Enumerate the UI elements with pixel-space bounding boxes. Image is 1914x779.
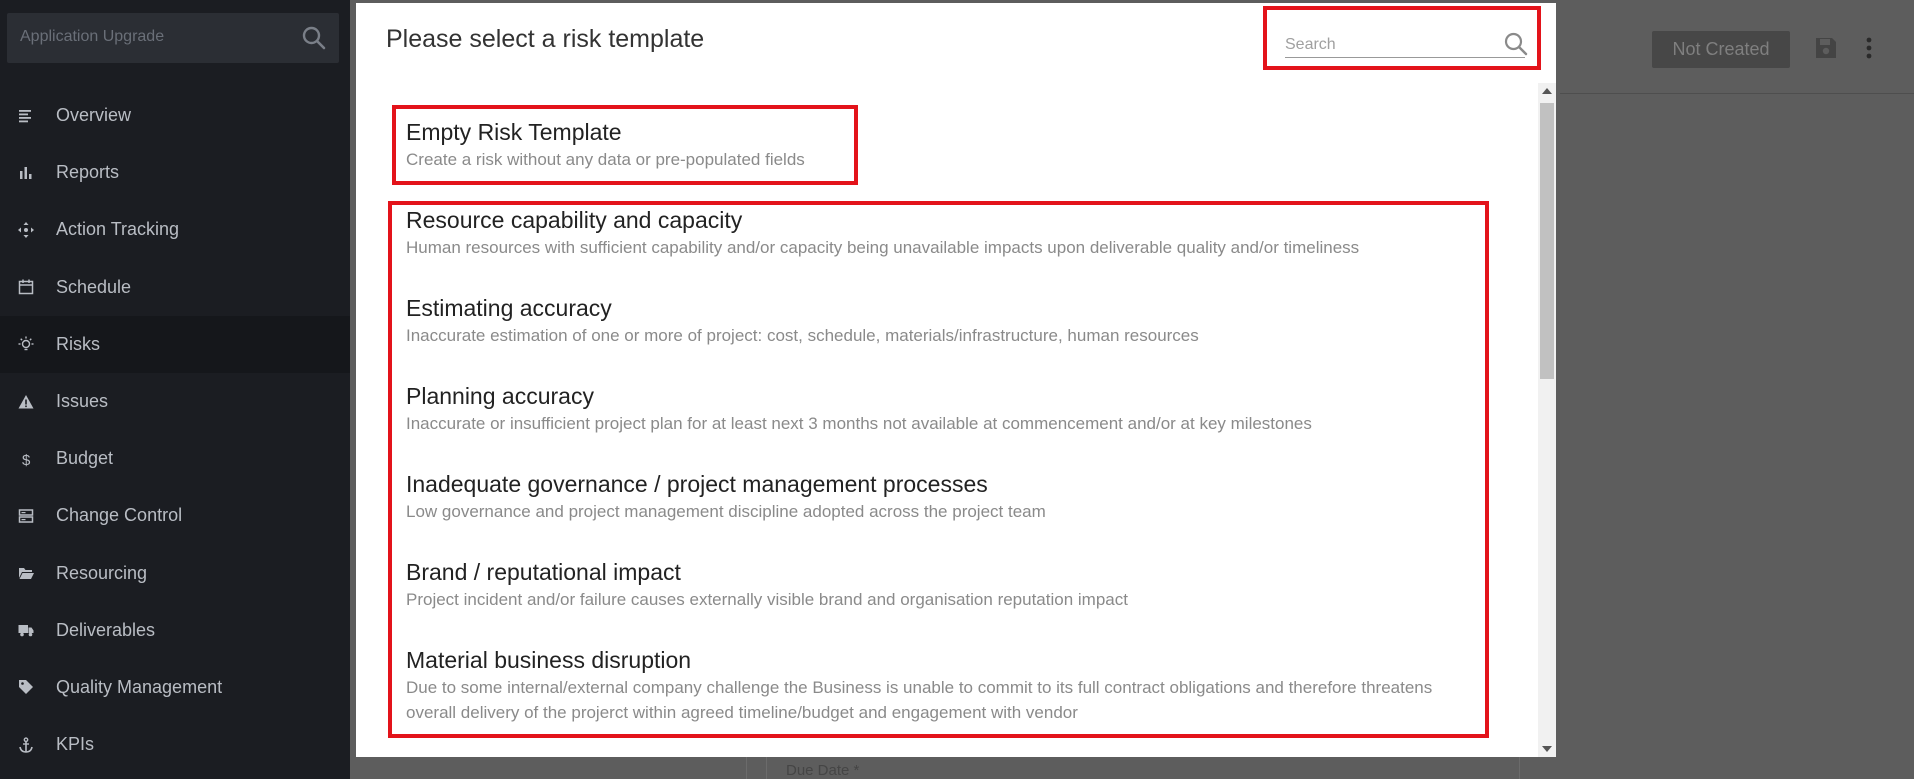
- template-item[interactable]: Inadequate governance / project manageme…: [406, 469, 1486, 524]
- sidebar-item-label: Change Control: [56, 505, 183, 526]
- scroll-up-arrow-icon[interactable]: [1542, 88, 1552, 94]
- template-title: Brand / reputational impact: [406, 559, 681, 585]
- sidebar-item-kpis[interactable]: KPIs: [0, 716, 350, 773]
- sidebar-nav: Overview Reports Action Tracking Schedul…: [0, 87, 350, 773]
- sidebar-item-quality-management[interactable]: Quality Management: [0, 659, 350, 716]
- sidebar-item-label: Issues: [56, 391, 109, 412]
- template-title: Planning accuracy: [406, 383, 594, 409]
- sidebar-item-label: Overview: [56, 105, 132, 126]
- tag-icon: [0, 679, 56, 695]
- template-description: Project incident and/or failure causes e…: [406, 590, 1128, 609]
- sidebar-item-budget[interactable]: $ Budget: [0, 430, 350, 487]
- template-description: Inaccurate estimation of one or more of …: [406, 326, 1199, 345]
- folder-open-icon: [0, 565, 56, 581]
- template-description: Low governance and project management di…: [406, 502, 1046, 521]
- risk-template-modal: Please select a risk template Empty Risk…: [356, 3, 1556, 757]
- anchor-icon: [0, 737, 56, 753]
- sidebar-item-overview[interactable]: Overview: [0, 87, 350, 144]
- sidebar: Application Upgrade Overview Reports Act…: [0, 0, 350, 779]
- template-description: Create a risk without any data or pre-po…: [406, 150, 805, 169]
- scrollbar-thumb[interactable]: [1540, 103, 1554, 379]
- search-icon[interactable]: [1503, 31, 1529, 57]
- header-divider: [1560, 93, 1914, 94]
- modal-title: Please select a risk template: [386, 25, 705, 53]
- search-icon[interactable]: [301, 25, 327, 51]
- move-arrows-icon: [0, 221, 56, 238]
- template-title: Inadequate governance / project manageme…: [406, 471, 988, 497]
- template-item[interactable]: Resource capability and capacity Human r…: [406, 205, 1486, 260]
- dollar-icon: $: [0, 451, 56, 467]
- svg-text:$: $: [22, 452, 31, 467]
- template-title: Material business disruption: [406, 647, 692, 673]
- lightbulb-icon: [0, 336, 56, 352]
- template-item[interactable]: Planning accuracy Inaccurate or insuffic…: [406, 381, 1486, 436]
- scroll-down-arrow-icon[interactable]: [1542, 746, 1552, 752]
- template-description: Due to some internal/external company ch…: [406, 678, 1433, 722]
- project-search-text[interactable]: Application Upgrade: [20, 28, 164, 46]
- sidebar-item-label: Quality Management: [56, 676, 223, 697]
- template-search-input[interactable]: [1285, 32, 1525, 58]
- sidebar-item-change-control[interactable]: Change Control: [0, 487, 350, 544]
- template-search-highlight: [1263, 6, 1541, 70]
- truck-icon: [0, 622, 56, 638]
- modal-scrollbar[interactable]: [1538, 83, 1556, 757]
- calendar-icon: [0, 279, 56, 295]
- sidebar-item-deliverables[interactable]: Deliverables: [0, 602, 350, 659]
- bar-chart-icon: [0, 165, 56, 181]
- list-icon: [0, 108, 56, 124]
- sidebar-item-label: Schedule: [56, 276, 132, 297]
- template-title: Estimating accuracy: [406, 295, 612, 321]
- sidebar-item-label: Resourcing: [56, 562, 148, 583]
- due-date-label: Due Date *: [786, 762, 860, 779]
- sidebar-item-reports[interactable]: Reports: [0, 144, 350, 201]
- save-icon[interactable]: [1814, 36, 1838, 60]
- template-description: Human resources with sufficient capabili…: [406, 238, 1360, 257]
- template-item[interactable]: Brand / reputational impact Project inci…: [406, 557, 1486, 612]
- sidebar-item-action-tracking[interactable]: Action Tracking: [0, 201, 350, 258]
- project-search[interactable]: Application Upgrade: [7, 13, 339, 63]
- sidebar-item-issues[interactable]: Issues: [0, 373, 350, 430]
- sidebar-item-label: Reports: [56, 162, 120, 183]
- sidebar-item-label: KPIs: [56, 734, 95, 755]
- sidebar-item-label: Deliverables: [56, 619, 156, 640]
- template-item[interactable]: Estimating accuracy Inaccurate estimatio…: [406, 293, 1486, 348]
- template-item[interactable]: Material business disruption Due to some…: [406, 645, 1486, 725]
- template-description: Inaccurate or insufficient project plan …: [406, 414, 1312, 433]
- template-list: Empty Risk Template Create a risk withou…: [356, 81, 1536, 757]
- sidebar-item-risks[interactable]: Risks: [0, 315, 350, 373]
- server-icon: [0, 508, 56, 524]
- status-button[interactable]: Not Created: [1652, 31, 1790, 68]
- template-title: Resource capability and capacity: [406, 207, 743, 233]
- sidebar-item-resourcing[interactable]: Resourcing: [0, 545, 350, 602]
- empty-template-item[interactable]: Empty Risk Template Create a risk withou…: [406, 117, 805, 172]
- more-options-icon[interactable]: [1862, 36, 1876, 60]
- sidebar-item-label: Action Tracking: [56, 219, 180, 240]
- sidebar-item-label: Risks: [56, 333, 100, 354]
- sidebar-item-label: Budget: [56, 448, 114, 469]
- warning-triangle-icon: [0, 394, 56, 410]
- template-title: Empty Risk Template: [406, 119, 622, 145]
- sidebar-item-schedule[interactable]: Schedule: [0, 259, 350, 316]
